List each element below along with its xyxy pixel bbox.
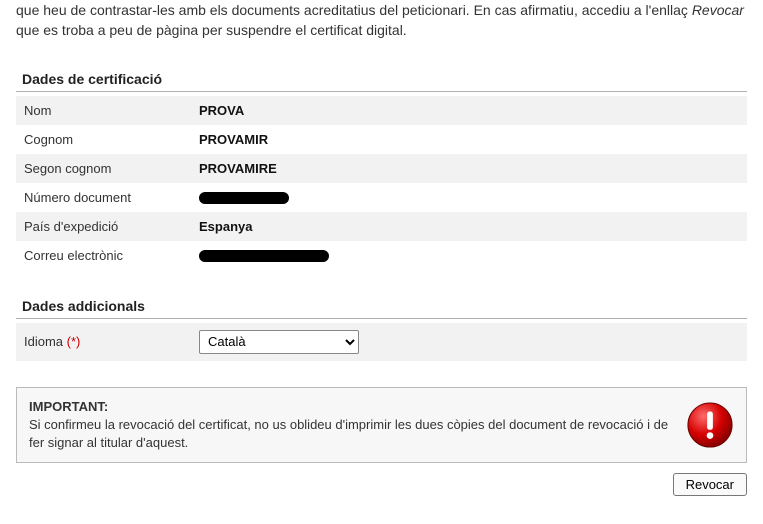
intro-l1b: que es troba a peu de pàgina per suspend… — [16, 22, 407, 38]
important-text: IMPORTANT: Si confirmeu la revocació del… — [29, 398, 674, 453]
intro-l1a: que heu de contrastar-les amb els docume… — [16, 2, 692, 18]
revocar-button[interactable]: Revocar — [673, 473, 747, 496]
section-title-additional: Dades addicionals — [16, 292, 747, 319]
row-correu: Correu electrònic — [16, 241, 747, 270]
section-title-certification: Dades de certificació — [16, 65, 747, 92]
important-title: IMPORTANT: — [29, 398, 674, 416]
row-nom: Nom PROVA — [16, 96, 747, 125]
important-body: Si confirmeu la revocació del certificat… — [29, 417, 668, 450]
label-idioma: Idioma (*) — [24, 334, 199, 349]
value-pais: Espanya — [191, 212, 747, 241]
select-idioma[interactable]: Català — [199, 330, 359, 354]
label-correu: Correu electrònic — [16, 241, 191, 270]
warning-icon — [686, 401, 734, 449]
action-row: Revocar — [16, 473, 747, 496]
redacted-numdoc — [199, 192, 289, 204]
important-box: IMPORTANT: Si confirmeu la revocació del… — [16, 387, 747, 464]
value-segon: PROVAMIRE — [191, 154, 747, 183]
row-segon-cognom: Segon cognom PROVAMIRE — [16, 154, 747, 183]
certification-table: Nom PROVA Cognom PROVAMIR Segon cognom P… — [16, 96, 747, 270]
row-cognom: Cognom PROVAMIR — [16, 125, 747, 154]
value-cognom: PROVAMIR — [191, 125, 747, 154]
redacted-correu — [199, 250, 329, 262]
label-cognom: Cognom — [16, 125, 191, 154]
intro-revocar-em: Revocar — [692, 2, 744, 18]
required-mark: (*) — [67, 334, 81, 349]
row-numero-document: Número document — [16, 183, 747, 212]
intro-text: que heu de contrastar-les amb els docume… — [16, 0, 747, 41]
label-nom: Nom — [16, 96, 191, 125]
value-nom: PROVA — [191, 96, 747, 125]
value-correu — [191, 241, 747, 270]
row-idioma: Idioma (*) Català — [16, 323, 747, 361]
label-segon: Segon cognom — [16, 154, 191, 183]
value-numdoc — [191, 183, 747, 212]
label-pais: País d'expedició — [16, 212, 191, 241]
label-numdoc: Número document — [16, 183, 191, 212]
row-pais: País d'expedició Espanya — [16, 212, 747, 241]
